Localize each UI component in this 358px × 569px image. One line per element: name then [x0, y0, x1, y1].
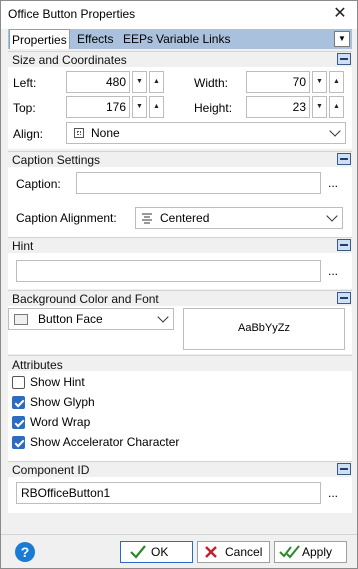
ok-button[interactable]: OK [120, 541, 193, 563]
align-none-icon [74, 128, 84, 138]
top-input[interactable]: 176 [66, 96, 130, 118]
caption-input[interactable] [76, 172, 321, 194]
collapse-icon[interactable] [337, 239, 351, 251]
properties-dialog: Office Button Properties ✕ Properties Ef… [0, 0, 358, 569]
chevron-down-icon [329, 125, 341, 137]
hint-browse-button[interactable]: ... [328, 264, 338, 278]
apply-button[interactable]: Apply [274, 541, 347, 563]
background-color-value: Button Face [38, 312, 103, 326]
align-select[interactable]: None [66, 122, 346, 144]
hint-section: Hint ... [8, 237, 352, 289]
ok-label: OK [151, 545, 169, 559]
section-header: Attributes [8, 355, 352, 372]
section-header: Caption Settings [8, 151, 352, 167]
tab-effects[interactable]: Effects [75, 29, 115, 49]
height-increment-button[interactable]: ▲ [329, 96, 344, 118]
word-wrap-label: Word Wrap [30, 415, 91, 429]
close-button[interactable]: ✕ [327, 4, 353, 26]
collapse-icon[interactable] [337, 463, 351, 475]
section-header: Component ID [8, 461, 352, 477]
show-accelerator-checkbox[interactable] [12, 436, 25, 449]
tab-eeps[interactable]: EEPs [121, 29, 155, 49]
hint-input[interactable] [16, 260, 321, 282]
width-label: Width: [194, 76, 229, 90]
section-header: Background Color and Font [8, 290, 352, 306]
cancel-button[interactable]: Cancel [197, 541, 270, 563]
title-bar: Office Button Properties ✕ [1, 1, 357, 29]
section-body: ... [8, 253, 352, 289]
caption-label: Caption: [16, 177, 61, 191]
cancel-x-icon [204, 545, 218, 565]
section-body: Caption: ... Caption Alignment: Centered [8, 167, 352, 237]
left-label: Left: [13, 76, 37, 90]
component-id-input[interactable]: RBOfficeButton1 [16, 482, 321, 504]
section-header: Size and Coordinates [8, 51, 352, 67]
show-glyph-checkbox[interactable] [12, 396, 25, 409]
section-body: RBOfficeButton1 ... [8, 477, 352, 513]
chevron-down-icon [326, 210, 338, 222]
tab-variable-links[interactable]: Variable Links [154, 29, 232, 49]
top-label: Top: [13, 101, 36, 115]
component-id-browse-button[interactable]: ... [328, 486, 338, 500]
component-id-section: Component ID RBOfficeButton1 ... [8, 461, 352, 513]
show-accelerator-label: Show Accelerator Character [30, 435, 180, 449]
section-body: Button Face AaBbYyZz [8, 306, 352, 354]
tab-properties[interactable]: Properties [9, 29, 70, 49]
apply-label: Apply [302, 545, 333, 559]
caption-alignment-select[interactable]: Centered [135, 207, 343, 229]
section-title: Component ID [12, 463, 90, 477]
caption-alignment-label: Caption Alignment: [16, 211, 117, 225]
top-increment-button[interactable]: ▲ [149, 96, 164, 118]
width-input[interactable]: 70 [246, 71, 310, 93]
button-bar: ? OK Cancel Apply [1, 534, 357, 568]
caption-settings-section: Caption Settings Caption: ... Caption Al… [8, 151, 352, 237]
left-input[interactable]: 480 [66, 71, 130, 93]
tab-strip: Properties Effects EEPs Variable Links ▼ [8, 29, 352, 49]
collapse-icon[interactable] [337, 292, 351, 304]
section-title: Size and Coordinates [12, 53, 127, 67]
height-label: Height: [194, 101, 233, 115]
section-title: Hint [12, 239, 34, 253]
caption-browse-button[interactable]: ... [328, 176, 338, 190]
attributes-section: Attributes Show Hint Show Glyph Word Wra… [8, 355, 352, 461]
left-increment-button[interactable]: ▲ [149, 71, 164, 93]
align-label: Align: [13, 127, 44, 141]
size-coordinates-section: Size and Coordinates Left: 480 ▼ ▲ Width… [8, 51, 352, 151]
section-title: Background Color and Font [12, 292, 159, 306]
help-icon[interactable]: ? [15, 542, 35, 562]
show-hint-checkbox[interactable] [12, 376, 25, 389]
window-title: Office Button Properties [8, 7, 136, 21]
height-decrement-button[interactable]: ▼ [312, 96, 327, 118]
cancel-label: Cancel [225, 545, 263, 559]
word-wrap-checkbox[interactable] [12, 416, 25, 429]
font-preview-box[interactable]: AaBbYyZz [183, 308, 345, 350]
height-input[interactable]: 23 [246, 96, 310, 118]
color-swatch-icon [14, 314, 28, 325]
width-decrement-button[interactable]: ▼ [312, 71, 327, 93]
top-decrement-button[interactable]: ▼ [132, 96, 147, 118]
collapse-icon[interactable] [337, 53, 351, 65]
chevron-down-icon [157, 311, 169, 323]
background-font-section: Background Color and Font Button Face Aa… [8, 290, 352, 354]
section-body: Left: 480 ▼ ▲ Width: 70 ▼ ▲ Top: 176 ▼ ▲… [8, 67, 352, 149]
align-center-icon [141, 212, 153, 227]
section-body: Show Hint Show Glyph Word Wrap Show Acce… [8, 371, 352, 461]
show-hint-label: Show Hint [30, 375, 85, 389]
double-checkmark-icon [279, 545, 301, 565]
caption-alignment-value: Centered [160, 211, 210, 225]
background-color-select[interactable]: Button Face [8, 308, 174, 330]
width-increment-button[interactable]: ▲ [329, 71, 344, 93]
section-title: Caption Settings [12, 153, 101, 167]
checkmark-icon [130, 545, 146, 565]
section-title: Attributes [12, 358, 63, 372]
section-header: Hint [8, 237, 352, 253]
left-decrement-button[interactable]: ▼ [132, 71, 147, 93]
collapse-icon[interactable] [337, 153, 351, 165]
tab-dropdown-icon[interactable]: ▼ [334, 31, 350, 47]
align-value: None [91, 126, 120, 140]
show-glyph-label: Show Glyph [30, 395, 95, 409]
